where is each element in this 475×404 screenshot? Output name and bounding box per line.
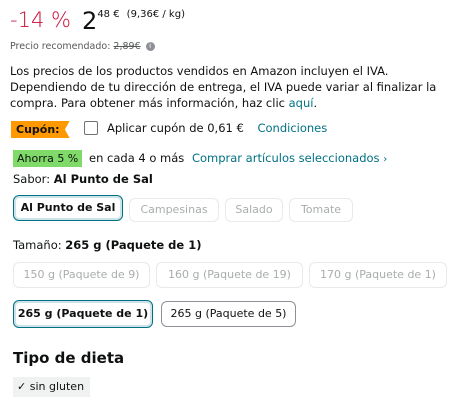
flavor-option[interactable]: Salado bbox=[225, 198, 283, 222]
flavor-label: Sabor: bbox=[13, 172, 51, 186]
vat-end: . bbox=[313, 96, 318, 110]
unit-price: (9,36€ / kg) bbox=[126, 9, 185, 20]
coupon-badge: Cupón: bbox=[11, 121, 70, 138]
price-block: -14 % 248 € (9,36€ / kg) bbox=[10, 8, 185, 34]
flavor-option[interactable]: Campesinas bbox=[129, 198, 219, 222]
coupon-conditions-link[interactable]: Condiciones bbox=[257, 121, 327, 135]
price-fraction: 48 € bbox=[97, 9, 120, 20]
size-option[interactable]: 150 g (Paquete de 9) bbox=[13, 262, 150, 288]
size-selected: 265 g (Paquete de 1) bbox=[65, 238, 202, 252]
coupon-text: Aplicar cupón de 0,61 € bbox=[107, 121, 244, 135]
savings-link-label: Comprar artículos seleccionados bbox=[191, 151, 380, 165]
size-option[interactable]: 170 g (Paquete de 1) bbox=[309, 262, 447, 288]
discount-percent: -14 % bbox=[10, 8, 71, 32]
size-option-selected[interactable]: 265 g (Paquete de 1) bbox=[13, 300, 153, 328]
flavor-option[interactable]: Tomate bbox=[289, 198, 353, 222]
coupon-checkbox[interactable] bbox=[84, 121, 98, 135]
size-label: Tamaño: bbox=[13, 238, 62, 252]
savings-row: en cada 4 o más Comprar artículos selecc… bbox=[89, 150, 387, 168]
vat-text: Los precios de los productos vendidos en… bbox=[10, 64, 437, 110]
flavor-label-row: Sabor: Al Punto de Sal bbox=[13, 172, 153, 186]
recommended-price: Precio recomendado: 2,89€ i bbox=[10, 41, 155, 52]
savings-link[interactable]: Comprar artículos seleccionados › bbox=[192, 151, 387, 165]
coupon-row: Aplicar cupón de 0,61 € Condiciones bbox=[107, 121, 327, 135]
flavor-selected: Al Punto de Sal bbox=[53, 172, 153, 186]
diet-heading: Tipo de dieta bbox=[13, 349, 125, 367]
size-label-row: Tamaño: 265 g (Paquete de 1) bbox=[13, 238, 201, 252]
savings-badge: Ahorra 5 % bbox=[13, 150, 83, 167]
info-icon[interactable]: i bbox=[145, 42, 155, 51]
size-option[interactable]: 160 g (Paquete de 19) bbox=[156, 262, 303, 288]
vat-more-link[interactable]: aquí bbox=[289, 96, 314, 110]
checkmark-icon: ✓ bbox=[17, 380, 27, 393]
chevron-right-icon: › bbox=[383, 154, 388, 165]
price-whole: 2 bbox=[82, 7, 98, 35]
rrp-label: Precio recomendado: bbox=[10, 41, 111, 52]
rrp-value: 2,89€ bbox=[113, 41, 141, 52]
vat-notice: Los precios de los productos vendidos en… bbox=[10, 63, 465, 111]
diet-tag: ✓ sin gluten bbox=[13, 377, 91, 397]
size-option[interactable]: 265 g (Paquete de 5) bbox=[161, 301, 296, 327]
diet-tag-label: sin gluten bbox=[29, 380, 85, 393]
flavor-option[interactable]: Al Punto de Sal bbox=[13, 195, 123, 221]
savings-text: en cada 4 o más bbox=[89, 151, 185, 165]
